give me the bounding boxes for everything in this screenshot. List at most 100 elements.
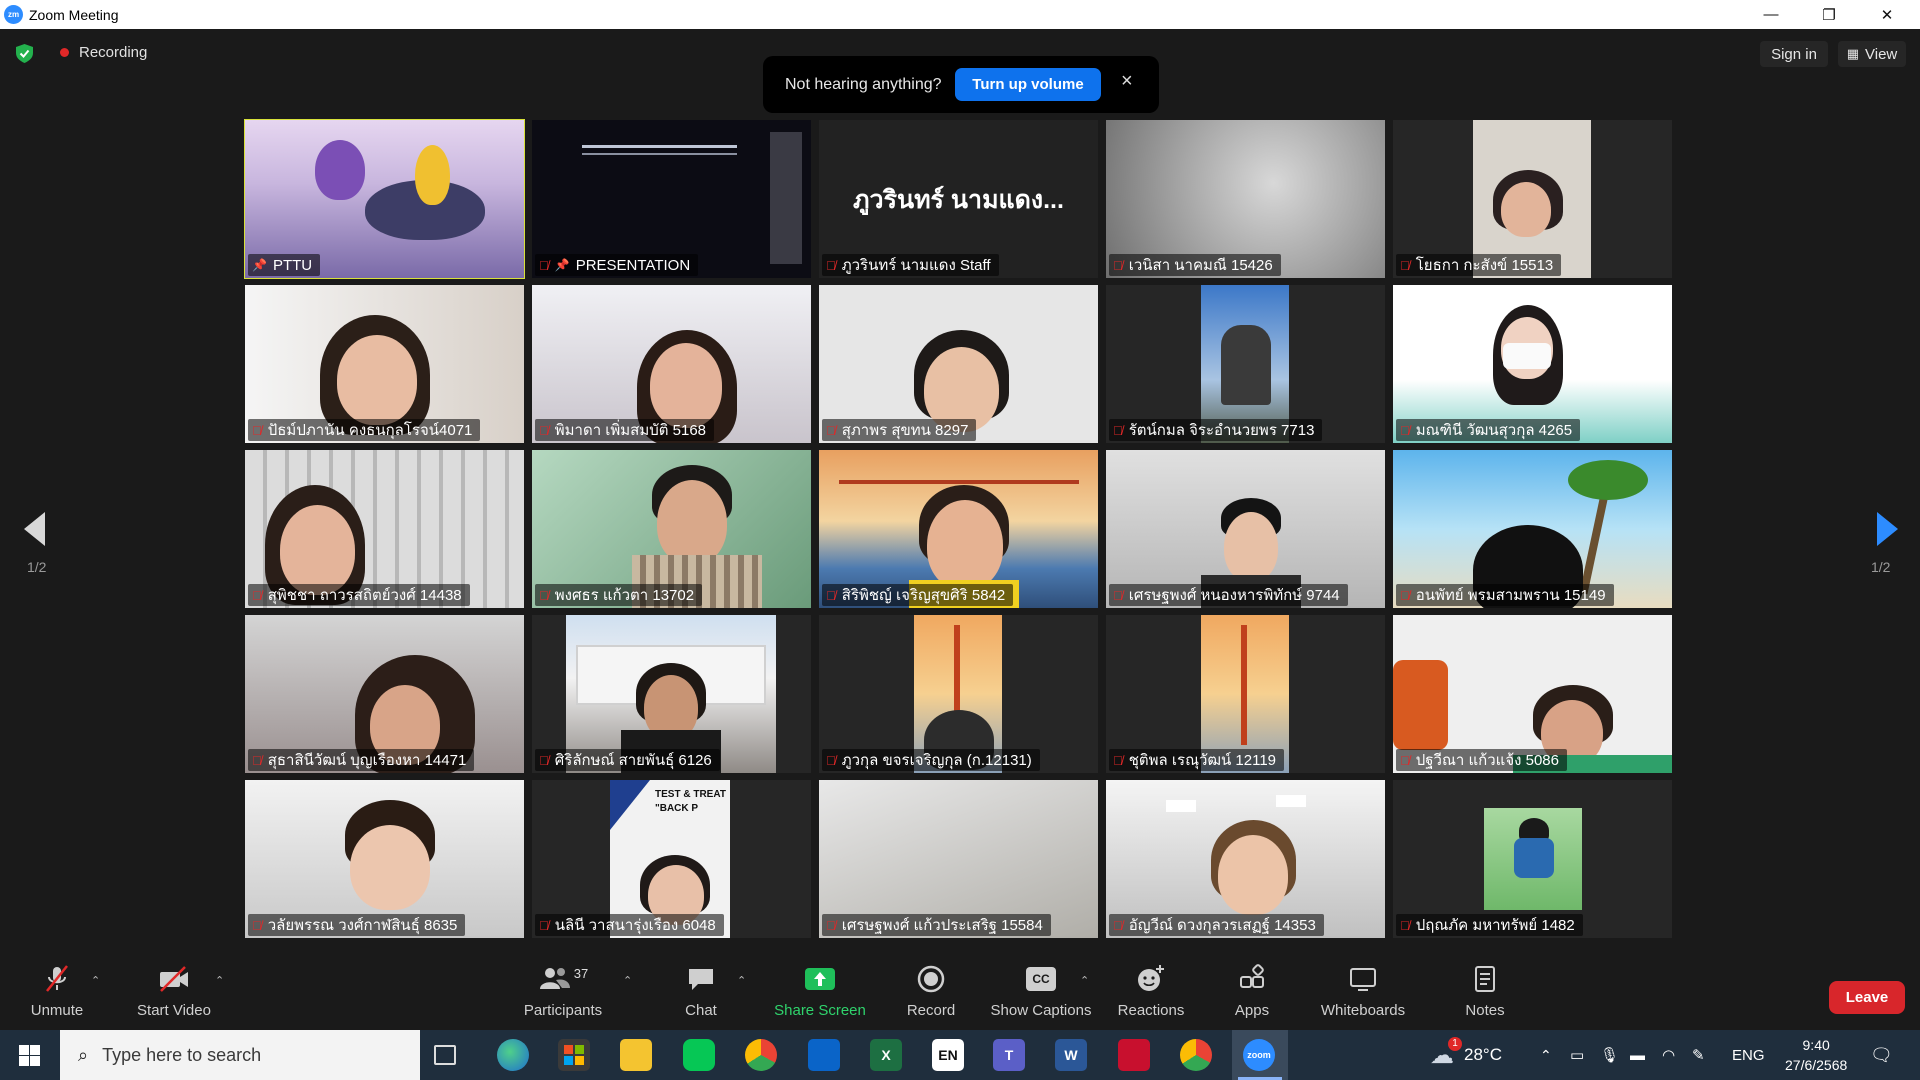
view-button[interactable]: ▦ View	[1838, 41, 1906, 67]
close-window-button[interactable]: ✕	[1858, 0, 1916, 29]
record-label: Record	[906, 1002, 956, 1019]
recording-indicator[interactable]: Recording	[60, 44, 147, 61]
participant-tile[interactable]: 🎙̸ เวนิสา นาคมณี 15426	[1106, 120, 1385, 278]
participant-tile[interactable]: 📌 PTTU	[244, 119, 525, 279]
participant-tile[interactable]: 🎙̸ ปัธม์ปภานัน คงธนกุลโรจน์4071	[245, 285, 524, 443]
participant-name-label: 🎙̸ สุภาพร สุขทน 8297	[822, 419, 977, 441]
start-video-button[interactable]: Start Video	[133, 964, 215, 1026]
word-icon[interactable]: W	[1055, 1039, 1087, 1071]
taskbar-search-box[interactable]: ⌕ Type here to search	[60, 1030, 420, 1080]
chrome-browser-icon[interactable]	[745, 1039, 777, 1071]
participant-tile[interactable]: 🎙̸ เศรษฐพงศ์ หนองหารพิทักษ์ 9744	[1106, 450, 1385, 608]
participant-name-label: 🎙̸ มณฑินี วัฒนสุวกุล 4265	[1396, 419, 1581, 441]
show-captions-button[interactable]: CC Show Captions	[988, 964, 1094, 1026]
tray-expand-icon[interactable]: ⌃	[1540, 1030, 1552, 1080]
share-screen-button[interactable]: Share Screen	[770, 964, 870, 1026]
participant-tile[interactable]: 🎙̸ อัญวีณ์ ดวงกุลวรเสฏฐ์ 14353	[1106, 780, 1385, 938]
chat-caret-icon[interactable]: ⌃	[737, 974, 746, 987]
participants-button[interactable]: 37 Participants	[520, 964, 606, 1026]
weather-widget[interactable]: ☁ 1 28°C	[1430, 1030, 1502, 1080]
participant-tile[interactable]: 🎙̸ สุภาพร สุขทน 8297	[819, 285, 1098, 443]
reactions-button[interactable]: Reactions	[1116, 964, 1186, 1026]
chat-bubble-icon	[686, 964, 716, 994]
notes-button[interactable]: Notes	[1462, 964, 1508, 1026]
mcafee-icon[interactable]	[1118, 1039, 1150, 1071]
line-app-icon[interactable]	[683, 1039, 715, 1071]
whiteboards-button[interactable]: Whiteboards	[1316, 964, 1410, 1026]
muted-mic-icon: 🎙̸	[1400, 587, 1410, 603]
participant-tile[interactable]: 🎙̸ สิริพิชญ์ เจริญสุขศิริ 5842	[819, 450, 1098, 608]
participant-tile[interactable]: 🎙̸ รัตน์กมล จิระอำนวยพร 7713	[1106, 285, 1385, 443]
task-view-icon[interactable]	[434, 1045, 456, 1065]
participant-tile[interactable]: 🎙̸ เศรษฐพงศ์ แก้วประเสริฐ 15584	[819, 780, 1098, 938]
next-page-arrow-icon[interactable]	[1877, 512, 1898, 546]
outlook-icon[interactable]	[808, 1039, 840, 1071]
captions-caret-icon[interactable]: ⌃	[1080, 974, 1089, 987]
participant-tile[interactable]: 🎙̸ ปฐวีณา แก้วแจ้ง 5086	[1393, 615, 1672, 773]
excel-icon[interactable]: X	[870, 1039, 902, 1071]
participant-tile[interactable]: 🎙̸ โยธกา กะสังข์ 15513	[1393, 120, 1672, 278]
participant-tile[interactable]: 🎙̸ 📌 PRESENTATION	[532, 120, 811, 278]
participant-tile[interactable]: 🎙̸ สุธาสินีวัฒน์ บุญเรืองหา 14471	[245, 615, 524, 773]
window-title: Zoom Meeting	[29, 6, 119, 23]
participant-tile[interactable]: 🎙̸ พิมาดา เพิ่มสมบัติ 5168	[532, 285, 811, 443]
microsoft-store-icon[interactable]	[558, 1039, 590, 1071]
participant-name: โยธกา กะสังข์ 15513	[1415, 257, 1554, 274]
page-indicator-left: 1/2	[27, 559, 47, 575]
edge-browser-icon[interactable]	[497, 1039, 529, 1071]
zoom-taskbar-button[interactable]: zoom	[1232, 1030, 1288, 1080]
muted-mic-icon: 🎙̸	[1400, 422, 1410, 438]
microphone-tray-icon[interactable]: 🎙	[1600, 1030, 1619, 1080]
muted-mic-icon: 🎙̸	[539, 752, 549, 768]
minimize-button[interactable]: —	[1742, 0, 1800, 29]
participant-tile[interactable]: ภูวรินทร์ นามแดง... 🎙̸ ภูวรินทร์ นามแดง S…	[819, 120, 1098, 278]
chrome-profile-icon[interactable]	[1180, 1039, 1212, 1071]
participant-tile[interactable]: 🎙̸ ชุติพล เรณุวัฒน์ 12119	[1106, 615, 1385, 773]
participant-name: พงศธร แก้วตา 13702	[554, 587, 695, 604]
participant-tile[interactable]: 🎙̸ ปฤณภัค มหาทรัพย์ 1482	[1393, 780, 1672, 938]
pen-icon[interactable]: ✎	[1692, 1030, 1705, 1080]
participant-tile[interactable]: 🎙̸ พงศธร แก้วตา 13702	[532, 450, 811, 608]
toast-close-icon[interactable]: ×	[1121, 70, 1133, 93]
language-indicator[interactable]: ENG	[1732, 1030, 1765, 1080]
recording-label: Recording	[79, 44, 148, 61]
file-explorer-icon[interactable]	[620, 1039, 652, 1071]
leave-meeting-button[interactable]: Leave	[1829, 981, 1905, 1014]
participant-tile[interactable]: 🎙̸ สุพิชชา ถาวรสถิตย์วงศ์ 14438	[245, 450, 524, 608]
video-options-caret-icon[interactable]: ⌃	[215, 974, 224, 987]
battery-icon[interactable]: ▬	[1630, 1030, 1645, 1080]
participant-tile[interactable]: 🎙̸ ศิริลักษณ์ สายพันธุ์ 6126	[532, 615, 811, 773]
unmute-button[interactable]: Unmute	[26, 964, 88, 1026]
notification-center-icon[interactable]: 🗨	[1870, 1030, 1893, 1080]
participant-tile[interactable]: 🎙̸ มณฑินี วัฒนสุวกุล 4265	[1393, 285, 1672, 443]
audio-notification-toast: Not hearing anything? Turn up volume ×	[763, 56, 1159, 113]
recording-dot-icon	[60, 48, 69, 57]
meet-now-icon[interactable]: ▭	[1570, 1030, 1584, 1080]
share-screen-label: Share Screen	[774, 1002, 866, 1019]
windows-start-icon[interactable]	[19, 1045, 40, 1066]
audio-options-caret-icon[interactable]: ⌃	[91, 974, 100, 987]
en-dictionary-icon[interactable]: EN	[932, 1039, 964, 1071]
encryption-shield-icon[interactable]	[16, 44, 33, 63]
teams-icon[interactable]: T	[993, 1039, 1025, 1071]
restore-button[interactable]: ❐	[1800, 0, 1858, 29]
turn-up-volume-button[interactable]: Turn up volume	[955, 68, 1101, 101]
wifi-icon[interactable]: ◠	[1662, 1030, 1675, 1080]
participant-name-label: 🎙̸ ปัธม์ปภานัน คงธนกุลโรจน์4071	[248, 419, 481, 441]
previous-page-arrow-icon[interactable]	[24, 512, 45, 546]
clock[interactable]: 9:40 27/6/2568	[1785, 1030, 1847, 1080]
participant-tile[interactable]: 🎙̸ ภูวกุล ขจรเจริญกุล (ก.12131)	[819, 615, 1098, 773]
participant-avatar-image	[1484, 808, 1582, 910]
record-button[interactable]: Record	[900, 964, 962, 1026]
participant-tile[interactable]: 🎙̸ วลัยพรรณ วงศ์กาฬสินธุ์ 8635	[245, 780, 524, 938]
participants-icon: 37	[538, 964, 588, 994]
muted-mic-icon: 🎙̸	[826, 422, 836, 438]
participants-caret-icon[interactable]: ⌃	[623, 974, 632, 987]
apps-button[interactable]: Apps	[1232, 964, 1272, 1026]
participant-tile[interactable]: TEST & TREAT "BACK P 🎙̸ นลินี วาสนารุ่งเร…	[532, 780, 811, 938]
zoom-app-icon: zm	[4, 5, 23, 24]
sign-in-button[interactable]: Sign in	[1760, 41, 1828, 67]
participant-tile[interactable]: 🎙̸ อนพัทย์ พรมสามพราน 15149	[1393, 450, 1672, 608]
search-placeholder: Type here to search	[102, 1044, 262, 1065]
chat-button[interactable]: Chat	[675, 964, 727, 1026]
